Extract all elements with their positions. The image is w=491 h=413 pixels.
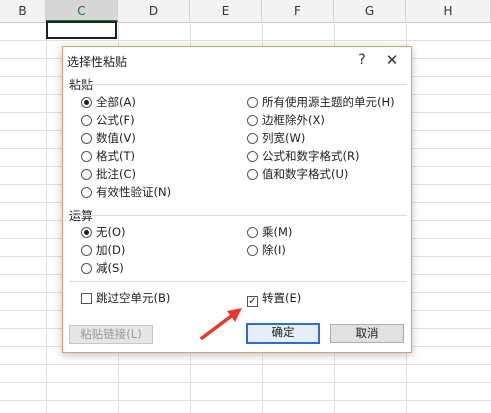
- radio-indicator[interactable]: [247, 169, 258, 180]
- grid-line: [0, 40, 491, 41]
- dialog-title: 选择性粘贴: [67, 55, 128, 69]
- radio-indicator[interactable]: [247, 133, 258, 144]
- radio-paste-formats[interactable]: 格式(T): [81, 148, 135, 165]
- option-label: 转置(E): [262, 291, 302, 305]
- option-label: 有效性验证(N): [96, 185, 172, 199]
- column-header-row: B C D E F G H: [0, 0, 491, 23]
- radio-paste-all[interactable]: 全部(A): [81, 94, 136, 111]
- column-header-h[interactable]: H: [406, 0, 491, 22]
- checkbox-transpose[interactable]: ✓ 转置(E): [247, 290, 301, 307]
- option-label: 值和数字格式(U): [262, 167, 349, 181]
- option-label: 无(O): [96, 225, 126, 239]
- radio-indicator[interactable]: [247, 115, 258, 126]
- radio-operation-divide[interactable]: 除(I): [247, 242, 286, 259]
- option-label: 乘(M): [262, 225, 293, 239]
- column-header-c[interactable]: C: [46, 0, 118, 22]
- option-label: 批注(C): [96, 167, 137, 181]
- column-header-e[interactable]: E: [190, 0, 262, 22]
- column-header-b[interactable]: B: [0, 0, 46, 22]
- option-label: 数值(V): [96, 131, 136, 145]
- radio-indicator[interactable]: [81, 227, 92, 238]
- radio-paste-formulas-number-formats[interactable]: 公式和数字格式(R): [247, 148, 359, 165]
- radio-paste-comments[interactable]: 批注(C): [81, 166, 136, 183]
- radio-indicator[interactable]: [81, 169, 92, 180]
- paste-link-button[interactable]: 粘贴链接(L): [69, 325, 153, 344]
- dialog-titlebar[interactable]: 选择性粘贴 ? ✕: [63, 47, 411, 73]
- radio-indicator[interactable]: [81, 263, 92, 274]
- column-header-d[interactable]: D: [118, 0, 190, 22]
- option-label: 跳过空单元(B): [96, 291, 171, 305]
- ok-button[interactable]: 确定: [246, 323, 320, 344]
- cancel-button[interactable]: 取消: [330, 324, 404, 343]
- grid-line: [0, 364, 491, 365]
- radio-paste-all-source-theme[interactable]: 所有使用源主题的单元(H): [247, 94, 395, 111]
- option-label: 边框除外(X): [262, 113, 325, 127]
- radio-paste-formulas[interactable]: 公式(F): [81, 112, 135, 129]
- radio-paste-except-borders[interactable]: 边框除外(X): [247, 112, 325, 129]
- option-label: 除(I): [262, 243, 286, 257]
- option-label: 加(D): [96, 243, 126, 257]
- radio-operation-multiply[interactable]: 乘(M): [247, 224, 292, 241]
- option-label: 减(S): [96, 261, 124, 275]
- radio-indicator[interactable]: [247, 227, 258, 238]
- group-divider: [69, 84, 407, 85]
- group-divider: [69, 281, 407, 282]
- radio-indicator[interactable]: [247, 245, 258, 256]
- radio-indicator[interactable]: [81, 151, 92, 162]
- option-label: 格式(T): [96, 149, 135, 163]
- option-label: 所有使用源主题的单元(H): [262, 95, 395, 109]
- radio-indicator[interactable]: [247, 151, 258, 162]
- group-divider: [69, 215, 407, 216]
- radio-operation-subtract[interactable]: 减(S): [81, 260, 124, 277]
- option-label: 公式和数字格式(R): [262, 149, 360, 163]
- radio-operation-none[interactable]: 无(O): [81, 224, 126, 241]
- option-label: 全部(A): [96, 95, 136, 109]
- checkmark-icon[interactable]: ✓: [247, 296, 258, 307]
- grid-line: [0, 400, 491, 401]
- radio-indicator[interactable]: [81, 97, 92, 108]
- help-button[interactable]: ?: [352, 50, 372, 70]
- radio-operation-add[interactable]: 加(D): [81, 242, 125, 259]
- selected-cell[interactable]: [46, 21, 117, 39]
- red-arrow-icon: [200, 308, 242, 340]
- checkbox-indicator[interactable]: [81, 293, 92, 304]
- radio-paste-column-widths[interactable]: 列宽(W): [247, 130, 305, 147]
- option-label: 公式(F): [96, 113, 135, 127]
- radio-indicator[interactable]: [81, 187, 92, 198]
- close-button[interactable]: ✕: [381, 50, 403, 70]
- radio-indicator[interactable]: [81, 245, 92, 256]
- grid-line: [46, 22, 47, 413]
- radio-paste-values[interactable]: 数值(V): [81, 130, 136, 147]
- radio-indicator[interactable]: [81, 115, 92, 126]
- radio-indicator[interactable]: [81, 133, 92, 144]
- radio-paste-values-number-formats[interactable]: 值和数字格式(U): [247, 166, 348, 183]
- option-label: 列宽(W): [262, 131, 306, 145]
- checkbox-skip-blanks[interactable]: 跳过空单元(B): [81, 290, 170, 307]
- column-header-f[interactable]: F: [262, 0, 334, 22]
- column-header-g[interactable]: G: [334, 0, 406, 22]
- radio-indicator[interactable]: [247, 97, 258, 108]
- grid-line: [0, 382, 491, 383]
- radio-paste-validation[interactable]: 有效性验证(N): [81, 184, 171, 201]
